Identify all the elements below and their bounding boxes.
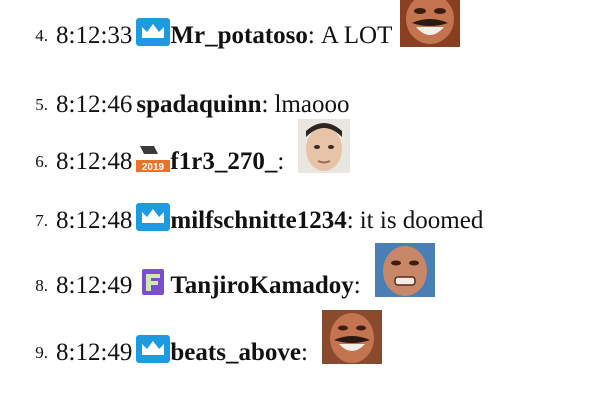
username[interactable]: milfschnitte1234 [170,207,346,235]
timestamp: 8:12:46 [56,91,133,118]
colon-separator: : [261,91,269,118]
message-index: 7. [35,211,48,230]
colon-separator: : [277,148,285,175]
face-emote [298,119,351,173]
chat-message: 8. 8:12:49 TanjiroKamadoy: [0,243,605,314]
username[interactable]: f1r3_270_ [170,148,277,176]
purple-gem-badge-icon [136,268,170,296]
timestamp: 8:12:33 [56,22,133,49]
crown-badge-icon [136,203,171,231]
2019-event-badge-icon: 2019 [136,144,171,172]
username[interactable]: beats_above [170,339,301,367]
badge-year-text: 2019 [142,162,165,172]
mustache-laughing-face-emote [400,0,461,47]
message-index: 5. [35,95,48,114]
message-text: it is doomed [359,207,484,234]
timestamp: 8:12:49 [56,272,133,299]
message-index: 4. [35,26,48,45]
message-index: 9. [35,343,48,362]
colon-separator: : [353,272,361,299]
chat-message: 9. 8:12:49 beats_above: [0,310,605,381]
message-text: lmaooo [274,91,350,118]
colon-separator: : [300,339,308,366]
username[interactable]: TanjiroKamadoy [170,272,353,300]
mustache-laughing-face-emote [321,310,382,364]
username[interactable]: Mr_potatoso [170,22,307,50]
timestamp: 8:12:49 [56,339,133,366]
crown-badge-icon [136,18,171,46]
chat-message: 6. 8:12:48 2019 f1r3_270_: [0,119,605,190]
colon-separator: : [346,207,354,234]
crown-badge-icon [136,335,171,363]
chat-message: 7. 8:12:48 milfschnitte1234: it is doome… [0,193,605,249]
colon-separator: : [307,22,315,49]
grimacing-face-emote [374,243,435,297]
message-text: A LOT [320,22,393,49]
message-index: 8. [35,276,48,295]
timestamp: 8:12:48 [56,207,133,234]
timestamp: 8:12:48 [56,148,133,175]
message-index: 6. [35,152,48,171]
chat-message: 4. 8:12:33 Mr_potatoso: A LOT [0,0,605,64]
username[interactable]: spadaquinn [136,91,261,119]
